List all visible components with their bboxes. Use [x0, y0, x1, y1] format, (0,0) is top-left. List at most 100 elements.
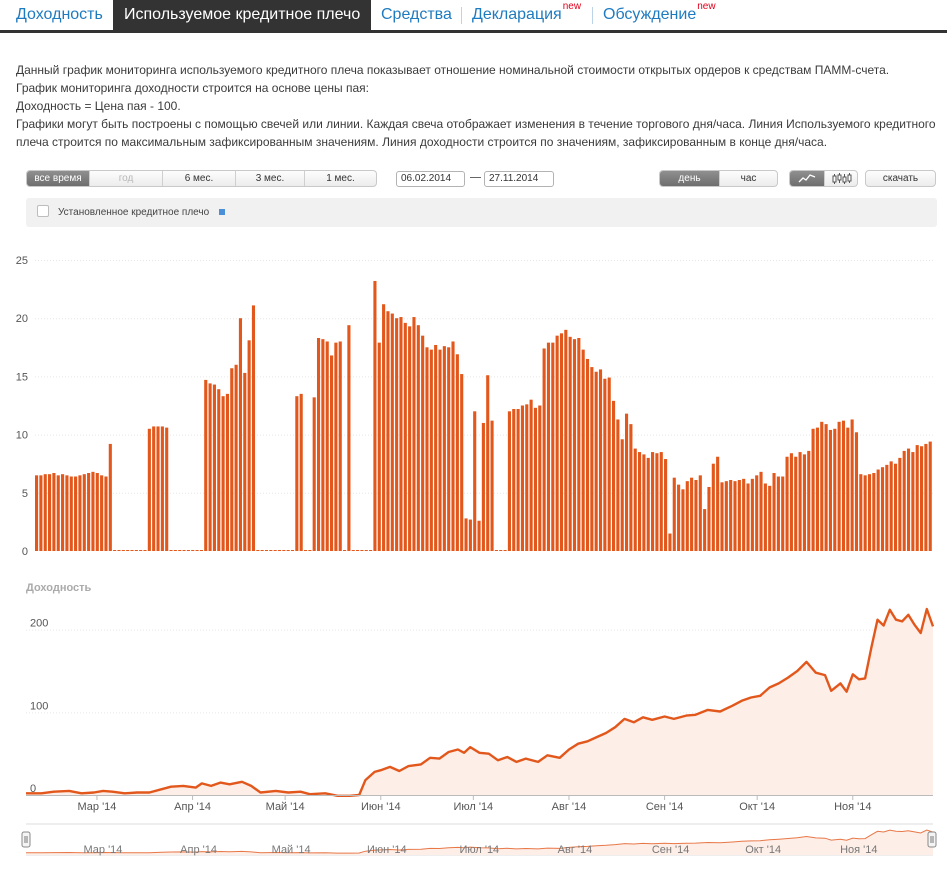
granularity-day-button[interactable]: день: [660, 171, 719, 186]
leverage-bar: [460, 374, 464, 551]
period-1m-button[interactable]: 1 мес.: [304, 171, 376, 186]
leverage-bar: [919, 446, 924, 551]
leverage-bar: [646, 457, 650, 551]
leverage-bar: [737, 480, 741, 551]
leverage-bar: [729, 480, 733, 551]
leverage-bar: [299, 393, 303, 551]
leverage-bar: [126, 550, 130, 551]
leverage-bar: [221, 396, 225, 551]
candlestick-icon: [832, 173, 852, 184]
period-year-button[interactable]: год: [89, 171, 162, 186]
bar-y-tick-label: 20: [16, 313, 28, 325]
download-button[interactable]: скачать: [865, 170, 936, 187]
leverage-bar: [369, 550, 373, 551]
bar-y-tick-label: 10: [16, 430, 28, 442]
period-6m-button[interactable]: 6 мес.: [162, 171, 235, 186]
leverage-bar: [186, 550, 190, 551]
navigator-handle-body: [927, 831, 937, 848]
date-to-input[interactable]: 27.11.2014: [484, 171, 554, 187]
leverage-bar: [325, 341, 329, 551]
leverage-bar: [199, 550, 203, 551]
description-line: Данный график мониторинга используемого …: [16, 63, 890, 77]
period-all-button[interactable]: все время: [27, 171, 89, 186]
leverage-bar: [577, 337, 581, 551]
leverage-bar: [898, 457, 902, 551]
tab-discussion[interactable]: Обсуждениеnew: [603, 0, 716, 30]
tab-declaration[interactable]: Декларацияnew: [472, 0, 581, 30]
leverage-bar: [594, 371, 598, 551]
navigator-tick-label: Мар '14: [83, 844, 122, 856]
returns-x-tick-label: Мар '14: [77, 801, 116, 813]
leverage-bar: [61, 474, 65, 551]
leverage-bar: [117, 550, 121, 551]
tab-funds[interactable]: Средства: [381, 0, 452, 30]
tab-separator: [592, 7, 593, 24]
leverage-bar: [885, 464, 889, 551]
leverage-bar: [590, 367, 594, 551]
navigator-right-handle[interactable]: [927, 831, 937, 848]
leverage-bar: [638, 452, 642, 551]
leverage-bar: [824, 424, 828, 551]
tab-leverage[interactable]: Используемое кредитное плечо: [113, 0, 372, 30]
granularity-selector: день час: [659, 170, 778, 187]
returns-y-tick-label: 200: [30, 618, 48, 630]
leverage-bar: [503, 550, 507, 551]
date-from-input[interactable]: 06.02.2014: [396, 171, 465, 187]
leverage-bar: [533, 407, 538, 551]
returns-x-tick-label: Авг '14: [552, 801, 587, 813]
leverage-bar: [490, 420, 494, 551]
leverage-bar: [234, 364, 238, 551]
leverage-bar: [750, 478, 754, 551]
line-chart-button[interactable]: [790, 171, 824, 186]
candle-chart-button[interactable]: [824, 171, 857, 186]
leverage-bar: [156, 426, 160, 551]
leverage-bar: [798, 452, 802, 551]
leverage-bar: [191, 550, 195, 551]
returns-x-tick-label: Июл '14: [453, 801, 493, 813]
leverage-bar: [620, 439, 624, 551]
leverage-bar: [434, 344, 438, 551]
leverage-bar: [82, 474, 86, 551]
leverage-bar: [629, 424, 633, 551]
period-3m-button[interactable]: 3 мес.: [235, 171, 304, 186]
leverage-bar: [681, 489, 685, 551]
leverage-bar: [104, 476, 108, 551]
leverage-bar: [846, 427, 850, 551]
description-line: График мониторинга доходности строится н…: [16, 81, 369, 95]
leverage-bar: [690, 477, 694, 551]
navigator-left-handle[interactable]: [21, 831, 31, 848]
leverage-bar: [360, 550, 364, 551]
overlay-checkbox[interactable]: [37, 205, 49, 217]
leverage-bar: [39, 475, 43, 551]
returns-x-tick-label: Сен '14: [646, 801, 684, 813]
leverage-bar: [867, 474, 872, 551]
leverage-bar: [425, 347, 429, 551]
leverage-bar: [260, 550, 264, 551]
description-line: Графики могут быть построены с помощью с…: [16, 117, 936, 149]
navigator-tick-label: Авг '14: [558, 844, 593, 856]
leverage-bar: [698, 475, 702, 551]
leverage-bar: [707, 486, 711, 551]
leverage-bar: [421, 335, 425, 551]
leverage-bar: [399, 317, 403, 551]
leverage-bar: [347, 325, 351, 551]
leverage-bar: [395, 318, 399, 551]
leverage-bar: [551, 342, 555, 551]
leverage-bar: [512, 408, 516, 551]
returns-x-tick-label: Апр '14: [174, 801, 211, 813]
leverage-bar: [564, 329, 568, 551]
leverage-bar: [854, 432, 859, 551]
granularity-hour-button[interactable]: час: [719, 171, 777, 186]
new-badge: new: [562, 1, 582, 12]
leverage-bar: [438, 349, 442, 551]
leverage-bar: [607, 377, 611, 551]
tab-returns[interactable]: Доходность: [16, 0, 103, 30]
leverage-bar: [390, 313, 394, 551]
leverage-bar: [286, 550, 290, 551]
leverage-bar: [74, 476, 78, 551]
navigator-tick-label: Май '14: [272, 844, 311, 856]
leverage-bar: [616, 419, 620, 551]
leverage-bar: [694, 480, 698, 551]
leverage-bar: [815, 427, 819, 551]
returns-area: [26, 609, 933, 796]
